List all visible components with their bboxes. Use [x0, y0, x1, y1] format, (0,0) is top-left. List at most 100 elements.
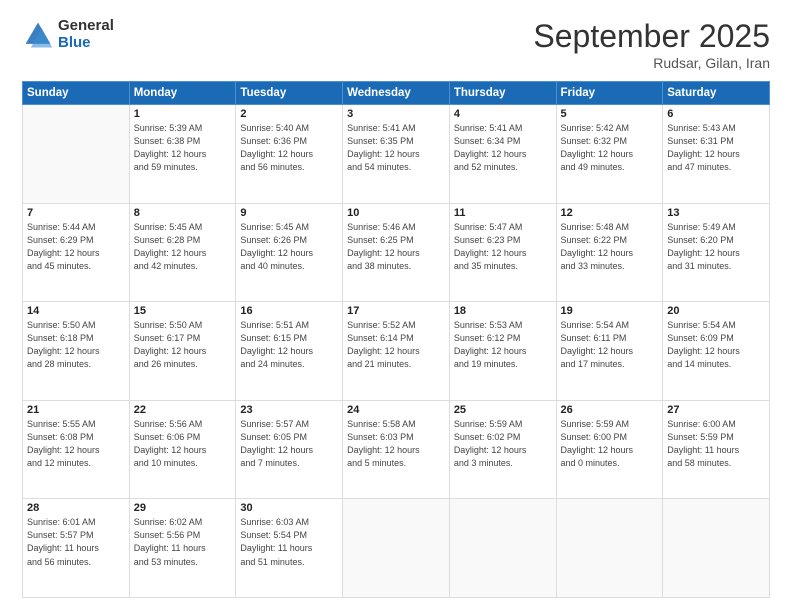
- calendar-cell: 5 Sunrise: 5:42 AM Sunset: 6:32 PM Daylig…: [556, 105, 663, 204]
- col-saturday: Saturday: [663, 82, 770, 105]
- col-sunday: Sunday: [23, 82, 130, 105]
- logo-blue-text: Blue: [58, 35, 114, 52]
- day-info: Sunrise: 5:42 AM Sunset: 6:32 PM Dayligh…: [561, 122, 659, 174]
- calendar-table: Sunday Monday Tuesday Wednesday Thursday…: [22, 81, 770, 598]
- calendar-cell: 19 Sunrise: 5:54 AM Sunset: 6:11 PM Dayli…: [556, 302, 663, 401]
- header: General Blue September 2025 Rudsar, Gila…: [22, 18, 770, 71]
- logo-text: General Blue: [58, 18, 114, 51]
- day-info: Sunrise: 5:45 AM Sunset: 6:26 PM Dayligh…: [240, 221, 338, 273]
- day-info: Sunrise: 5:50 AM Sunset: 6:17 PM Dayligh…: [134, 319, 232, 371]
- day-number: 28: [27, 502, 125, 514]
- day-info: Sunrise: 5:49 AM Sunset: 6:20 PM Dayligh…: [667, 221, 765, 273]
- calendar-cell: 20 Sunrise: 5:54 AM Sunset: 6:09 PM Dayli…: [663, 302, 770, 401]
- calendar-cell: 18Sunrise: 5:53 AM Sunset: 6:12 PM Dayli…: [449, 302, 556, 401]
- day-info: Sunrise: 5:51 AM Sunset: 6:15 PM Dayligh…: [240, 319, 338, 371]
- calendar-cell: 11 Sunrise: 5:47 AM Sunset: 6:23 PM Dayli…: [449, 203, 556, 302]
- day-info: Sunrise: 6:00 AM Sunset: 5:59 PM Dayligh…: [667, 418, 765, 470]
- calendar-cell: 14Sunrise: 5:50 AM Sunset: 6:18 PM Dayli…: [23, 302, 130, 401]
- day-number: 10: [347, 207, 445, 219]
- calendar-cell: 8 Sunrise: 5:45 AM Sunset: 6:28 PM Daylig…: [129, 203, 236, 302]
- day-number: 22: [134, 404, 232, 416]
- col-friday: Friday: [556, 82, 663, 105]
- col-thursday: Thursday: [449, 82, 556, 105]
- calendar-cell: [449, 499, 556, 598]
- day-info: Sunrise: 5:43 AM Sunset: 6:31 PM Dayligh…: [667, 122, 765, 174]
- day-info: Sunrise: 5:41 AM Sunset: 6:34 PM Dayligh…: [454, 122, 552, 174]
- day-info: Sunrise: 5:41 AM Sunset: 6:35 PM Dayligh…: [347, 122, 445, 174]
- page: General Blue September 2025 Rudsar, Gila…: [0, 0, 792, 612]
- day-info: Sunrise: 5:45 AM Sunset: 6:28 PM Dayligh…: [134, 221, 232, 273]
- day-number: 15: [134, 305, 232, 317]
- location: Rudsar, Gilan, Iran: [533, 55, 770, 71]
- calendar-cell: 23 Sunrise: 5:57 AM Sunset: 6:05 PM Dayli…: [236, 400, 343, 499]
- day-number: 27: [667, 404, 765, 416]
- logo: General Blue: [22, 18, 114, 51]
- calendar-cell: [663, 499, 770, 598]
- day-number: 24: [347, 404, 445, 416]
- calendar-week-4: 21 Sunrise: 5:55 AM Sunset: 6:08 PM Dayli…: [23, 400, 770, 499]
- day-number: 5: [561, 108, 659, 120]
- calendar-cell: 13 Sunrise: 5:49 AM Sunset: 6:20 PM Dayli…: [663, 203, 770, 302]
- day-number: 18: [454, 305, 552, 317]
- day-info: Sunrise: 5:46 AM Sunset: 6:25 PM Dayligh…: [347, 221, 445, 273]
- day-info: Sunrise: 5:59 AM Sunset: 6:00 PM Dayligh…: [561, 418, 659, 470]
- day-number: 9: [240, 207, 338, 219]
- header-row: Sunday Monday Tuesday Wednesday Thursday…: [23, 82, 770, 105]
- day-number: 19: [561, 305, 659, 317]
- calendar-cell: 24 Sunrise: 5:58 AM Sunset: 6:03 PM Dayli…: [343, 400, 450, 499]
- calendar-cell: [343, 499, 450, 598]
- calendar-cell: 16 Sunrise: 5:51 AM Sunset: 6:15 PM Dayli…: [236, 302, 343, 401]
- day-number: 6: [667, 108, 765, 120]
- calendar-cell: 12Sunrise: 5:48 AM Sunset: 6:22 PM Dayli…: [556, 203, 663, 302]
- day-number: 25: [454, 404, 552, 416]
- calendar-cell: 7Sunrise: 5:44 AM Sunset: 6:29 PM Daylig…: [23, 203, 130, 302]
- day-number: 13: [667, 207, 765, 219]
- calendar-cell: 22 Sunrise: 5:56 AM Sunset: 6:06 PM Dayli…: [129, 400, 236, 499]
- day-number: 23: [240, 404, 338, 416]
- day-number: 29: [134, 502, 232, 514]
- calendar-cell: [23, 105, 130, 204]
- day-number: 16: [240, 305, 338, 317]
- day-info: Sunrise: 5:54 AM Sunset: 6:09 PM Dayligh…: [667, 319, 765, 371]
- day-number: 8: [134, 207, 232, 219]
- day-info: Sunrise: 5:47 AM Sunset: 6:23 PM Dayligh…: [454, 221, 552, 273]
- title-block: September 2025 Rudsar, Gilan, Iran: [533, 18, 770, 71]
- calendar-cell: 30 Sunrise: 6:03 AM Sunset: 5:54 PM Dayli…: [236, 499, 343, 598]
- day-info: Sunrise: 5:40 AM Sunset: 6:36 PM Dayligh…: [240, 122, 338, 174]
- day-info: Sunrise: 6:03 AM Sunset: 5:54 PM Dayligh…: [240, 516, 338, 568]
- day-info: Sunrise: 5:57 AM Sunset: 6:05 PM Dayligh…: [240, 418, 338, 470]
- month-title: September 2025: [533, 18, 770, 55]
- calendar-cell: 4Sunrise: 5:41 AM Sunset: 6:34 PM Daylig…: [449, 105, 556, 204]
- calendar-cell: 2Sunrise: 5:40 AM Sunset: 6:36 PM Daylig…: [236, 105, 343, 204]
- logo-icon: [22, 19, 54, 51]
- day-number: 1: [134, 108, 232, 120]
- calendar-cell: 21 Sunrise: 5:55 AM Sunset: 6:08 PM Dayli…: [23, 400, 130, 499]
- day-number: 21: [27, 404, 125, 416]
- calendar-cell: 28 Sunrise: 6:01 AM Sunset: 5:57 PM Dayli…: [23, 499, 130, 598]
- day-number: 17: [347, 305, 445, 317]
- calendar-cell: 17Sunrise: 5:52 AM Sunset: 6:14 PM Dayli…: [343, 302, 450, 401]
- day-number: 30: [240, 502, 338, 514]
- calendar-cell: 3 Sunrise: 5:41 AM Sunset: 6:35 PM Daylig…: [343, 105, 450, 204]
- day-info: Sunrise: 5:58 AM Sunset: 6:03 PM Dayligh…: [347, 418, 445, 470]
- calendar-cell: 9 Sunrise: 5:45 AM Sunset: 6:26 PM Daylig…: [236, 203, 343, 302]
- col-tuesday: Tuesday: [236, 82, 343, 105]
- calendar-cell: 1Sunrise: 5:39 AM Sunset: 6:38 PM Daylig…: [129, 105, 236, 204]
- day-info: Sunrise: 5:56 AM Sunset: 6:06 PM Dayligh…: [134, 418, 232, 470]
- day-info: Sunrise: 5:59 AM Sunset: 6:02 PM Dayligh…: [454, 418, 552, 470]
- day-info: Sunrise: 6:02 AM Sunset: 5:56 PM Dayligh…: [134, 516, 232, 568]
- calendar-cell: 15 Sunrise: 5:50 AM Sunset: 6:17 PM Dayli…: [129, 302, 236, 401]
- calendar-week-3: 14Sunrise: 5:50 AM Sunset: 6:18 PM Dayli…: [23, 302, 770, 401]
- day-number: 11: [454, 207, 552, 219]
- col-wednesday: Wednesday: [343, 82, 450, 105]
- day-info: Sunrise: 5:54 AM Sunset: 6:11 PM Dayligh…: [561, 319, 659, 371]
- day-number: 3: [347, 108, 445, 120]
- day-info: Sunrise: 5:55 AM Sunset: 6:08 PM Dayligh…: [27, 418, 125, 470]
- calendar-week-1: 1Sunrise: 5:39 AM Sunset: 6:38 PM Daylig…: [23, 105, 770, 204]
- calendar-week-5: 28 Sunrise: 6:01 AM Sunset: 5:57 PM Dayli…: [23, 499, 770, 598]
- day-info: Sunrise: 6:01 AM Sunset: 5:57 PM Dayligh…: [27, 516, 125, 568]
- day-number: 12: [561, 207, 659, 219]
- day-number: 20: [667, 305, 765, 317]
- day-number: 26: [561, 404, 659, 416]
- day-number: 14: [27, 305, 125, 317]
